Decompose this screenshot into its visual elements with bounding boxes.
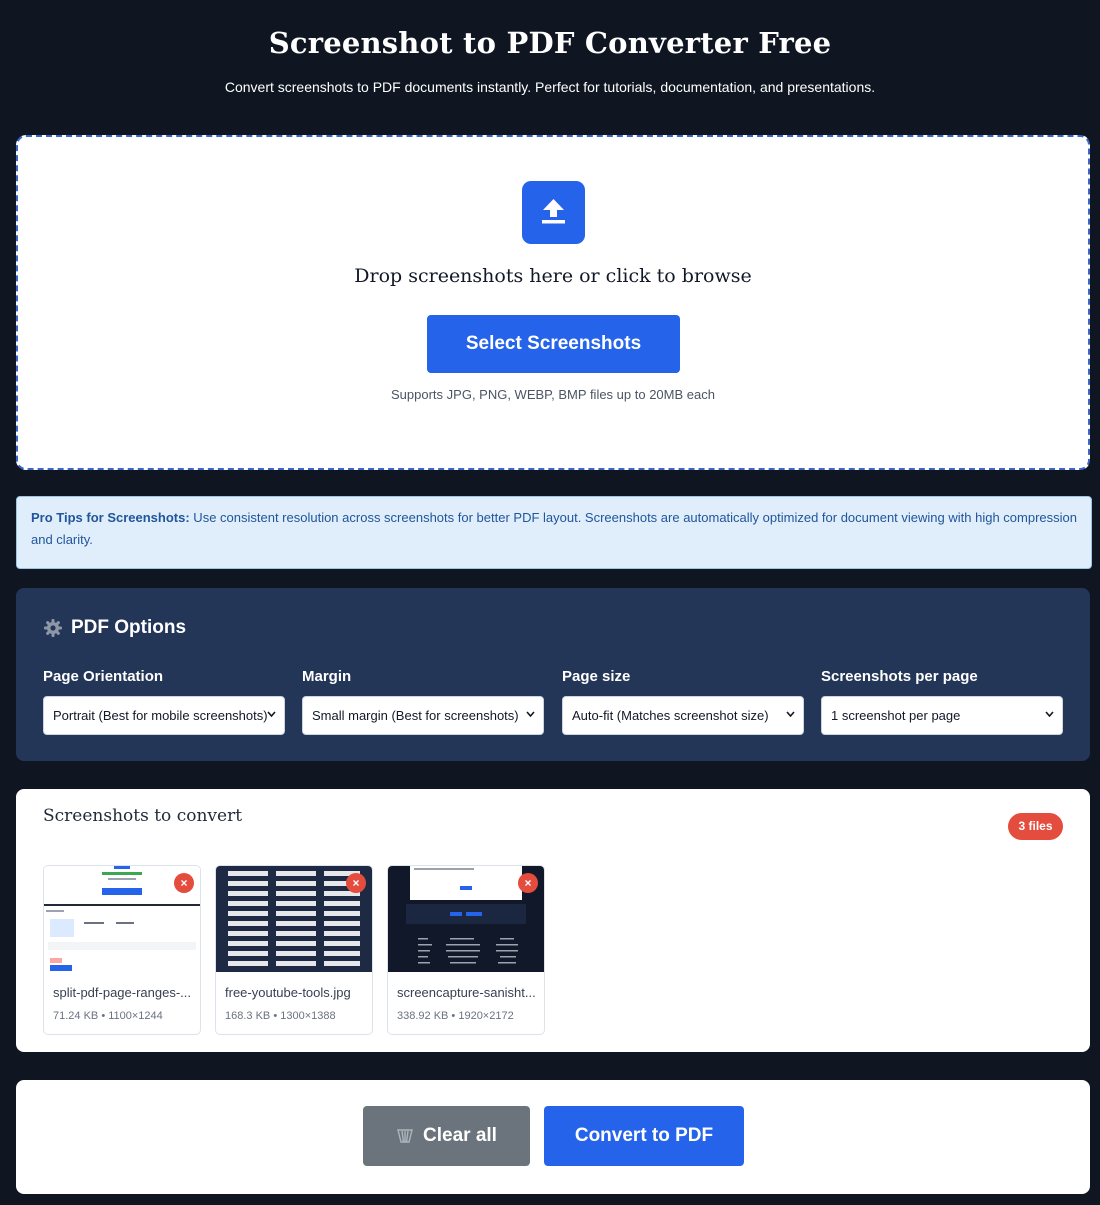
remove-file-button[interactable]: × <box>174 873 194 893</box>
drop-zone[interactable]: Drop screenshots here or click to browse… <box>16 135 1090 470</box>
per-page-select[interactable]: 1 screenshot per page <box>821 696 1063 735</box>
clear-all-label: Clear all <box>423 1125 497 1146</box>
page-size-select[interactable]: Auto-fit (Matches screenshot size) <box>562 696 804 735</box>
file-name: free-youtube-tools.jpg <box>225 985 351 1000</box>
chevron-down-icon <box>267 711 276 717</box>
orientation-select[interactable]: Portrait (Best for mobile screenshots) <box>43 696 285 735</box>
file-name: screencapture-sanisht... <box>397 985 536 1000</box>
pro-tips-box: Pro Tips for Screenshots: Use consistent… <box>16 496 1092 569</box>
supported-formats-text: Supports JPG, PNG, WEBP, BMP files up to… <box>391 387 715 402</box>
file-name: split-pdf-page-ranges-... <box>53 985 192 1000</box>
orientation-group: Page Orientation Portrait (Best for mobi… <box>43 668 285 735</box>
broom-icon <box>397 1129 413 1143</box>
chevron-down-icon <box>1045 711 1054 717</box>
per-page-value: 1 screenshot per page <box>831 708 961 723</box>
actions-panel: Clear all Convert to PDF <box>16 1080 1090 1194</box>
orientation-value: Portrait (Best for mobile screenshots) <box>53 708 268 723</box>
margin-label: Margin <box>302 668 352 685</box>
per-page-group: Screenshots per page 1 screenshot per pa… <box>821 668 1063 735</box>
clear-all-button[interactable]: Clear all <box>363 1106 530 1166</box>
screenshots-title: Screenshots to convert <box>43 806 243 826</box>
chevron-down-icon <box>786 711 795 717</box>
select-screenshots-button[interactable]: Select Screenshots <box>427 315 680 373</box>
file-meta: 168.3 KB • 1300×1388 <box>225 1010 336 1022</box>
file-count-badge: 3 files <box>1008 813 1063 840</box>
screenshots-panel: Screenshots to convert 3 files × split-p… <box>16 789 1090 1052</box>
upload-icon <box>522 181 585 244</box>
file-card: × split-pdf-page-ranges-... 71.24 KB • 1… <box>43 865 201 1035</box>
pdf-options-panel: PDF Options Page Orientation Portrait (B… <box>16 588 1090 761</box>
pro-tips-label: Pro Tips for Screenshots: <box>31 510 190 525</box>
margin-select[interactable]: Small margin (Best for screenshots) <box>302 696 544 735</box>
file-meta: 71.24 KB • 1100×1244 <box>53 1010 163 1022</box>
convert-to-pdf-button[interactable]: Convert to PDF <box>544 1106 744 1166</box>
file-meta: 338.92 KB • 1920×2172 <box>397 1010 514 1022</box>
drop-instructions: Drop screenshots here or click to browse <box>354 265 752 287</box>
page-title: Screenshot to PDF Converter Free <box>268 26 832 60</box>
page-size-label: Page size <box>562 668 631 685</box>
orientation-label: Page Orientation <box>43 668 164 685</box>
file-card: × screencapture-sanisht... 338.92 KB • 1… <box>387 865 545 1035</box>
pdf-options-title: PDF Options <box>43 617 186 639</box>
remove-file-button[interactable]: × <box>346 873 366 893</box>
margin-group: Margin Small margin (Best for screenshot… <box>302 668 544 735</box>
chevron-down-icon <box>526 711 535 717</box>
page-subtitle: Convert screenshots to PDF documents ins… <box>224 79 876 95</box>
per-page-label: Screenshots per page <box>821 668 978 685</box>
remove-file-button[interactable]: × <box>518 873 538 893</box>
file-card: × free-youtube-tools.jpg 168.3 KB • 1300… <box>215 865 373 1035</box>
page-size-group: Page size Auto-fit (Matches screenshot s… <box>562 668 804 735</box>
margin-value: Small margin (Best for screenshots) <box>312 708 519 723</box>
gear-icon <box>44 619 62 637</box>
pdf-options-heading: PDF Options <box>71 617 187 638</box>
page-size-value: Auto-fit (Matches screenshot size) <box>572 708 769 723</box>
